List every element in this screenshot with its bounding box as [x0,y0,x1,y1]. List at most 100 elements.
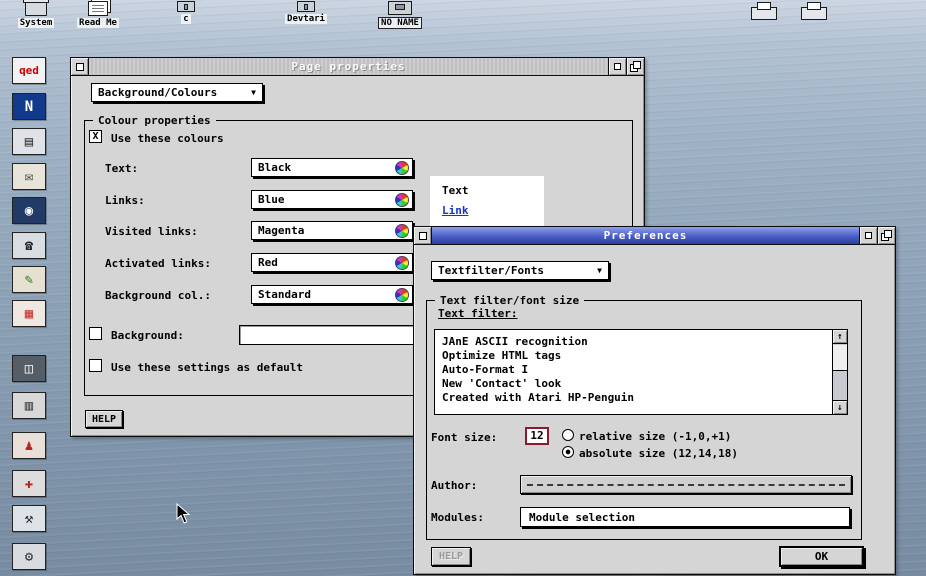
trash-icon [25,1,47,16]
colour-preview: Text Link [430,176,544,230]
icon-glyph: qed [19,65,39,76]
mail-cards-icon[interactable]: ✉ [12,163,46,190]
printer-queue-icon[interactable]: ▤ [12,128,46,155]
colour-wheel-icon [395,224,409,238]
module-selection-button[interactable]: Module selection [520,507,850,527]
popup-value: Red [258,256,278,269]
fuller-button[interactable] [626,58,644,75]
cross-tool-icon[interactable]: ✚ [12,470,46,497]
scroll-thumb[interactable] [833,345,847,371]
list-item[interactable]: New 'Contact' look [442,377,831,391]
n-browser-icon[interactable]: N [12,93,46,120]
text-colour-popup[interactable]: Black [251,158,413,177]
icon-glyph: ✉ [25,170,33,184]
close-icon [76,63,84,71]
list-item[interactable]: Auto-Format I [442,363,831,377]
relative-size-radio[interactable] [562,429,574,441]
font-size-input[interactable]: 12 [525,427,549,445]
desktop-icon-system[interactable]: System [8,1,64,28]
printer-icon [801,7,827,20]
fuller-button[interactable] [877,227,895,244]
gear-settings-icon[interactable]: ⚙ [12,543,46,570]
mouse-cursor [176,503,192,525]
desktop-icon-drive-c[interactable]: c [158,1,214,24]
chevron-down-icon: ▼ [251,88,256,97]
background-image-checkbox[interactable] [89,327,102,340]
preview-text: Text [442,184,532,197]
person-icon[interactable]: ♟ [12,432,46,459]
background-colour-label: Background col.: [105,289,211,302]
preferences-content: Textfilter/Fonts ▼ Text filter/font size… [414,245,895,573]
popup-value: Black [258,161,291,174]
background-colour-popup[interactable]: Standard [251,285,413,304]
mosaic-icon[interactable]: ▦ [12,300,46,327]
popup-value: Standard [258,288,311,301]
popup-value: Magenta [258,224,304,237]
colour-wheel-icon [395,256,409,270]
eye-viewer-icon[interactable]: ◉ [12,197,46,224]
filter-list-items: JAnE ASCII recognition Optimize HTML tag… [435,330,831,414]
use-colours-checkbox[interactable]: X [89,130,102,143]
desktop-icon-readme[interactable]: Read Me [70,1,126,28]
iconify-button[interactable] [859,227,877,244]
list-scrollbar[interactable]: ↑ ↓ [832,330,847,414]
icon-glyph: ◫ [25,362,33,376]
pen-draw-icon[interactable]: ✎ [12,266,46,293]
prefs-category-dropdown[interactable]: Textfilter/Fonts ▼ [431,261,609,280]
colour-wheel-icon [395,193,409,207]
icon-glyph: ☎ [25,239,33,253]
use-colours-label: Use these colours [111,132,224,145]
fax-icon[interactable]: ☎ [12,232,46,259]
qed-editor-icon[interactable]: qed [12,57,46,84]
absolute-size-radio[interactable]: ● [562,446,574,458]
iconify-button[interactable] [608,58,626,75]
desktop-icon-label: Devtari [285,14,327,24]
preferences-titlebar[interactable]: Preferences [414,227,895,245]
shredder-icon [751,7,777,20]
category-dropdown[interactable]: Background/Colours ▼ [91,83,263,102]
help-button[interactable]: HELP [431,547,471,566]
visited-links-colour-label: Visited links: [105,225,198,238]
preferences-window[interactable]: Preferences Textfilter/Fonts ▼ Text filt… [413,226,896,575]
hammer-tools-icon[interactable]: ⚒ [12,505,46,532]
desktop-icon-shredder[interactable] [736,1,792,20]
icon-glyph: ▥ [25,399,33,413]
group-legend: Text filter/font size [435,294,584,307]
desktop-icon-printer[interactable] [786,1,842,20]
page-properties-titlebar[interactable]: Page properties [71,58,644,76]
relative-size-label: relative size (-1,0,+1) [579,430,731,443]
author-input[interactable] [520,475,852,494]
category-dropdown-label: Background/Colours [98,86,217,99]
help-button[interactable]: HELP [85,410,123,428]
ok-button[interactable]: OK [779,546,864,567]
links-colour-popup[interactable]: Blue [251,190,413,209]
icon-glyph: ✚ [25,477,33,491]
text-colour-label: Text: [105,162,138,175]
disk-drive-icon [388,1,412,15]
list-item[interactable]: Created with Atari HP-Penguin [442,391,831,405]
absolute-size-label: absolute size (12,14,18) [579,447,738,460]
copy-windows-icon[interactable]: ◫ [12,355,46,382]
colour-wheel-icon [395,288,409,302]
icon-glyph: ⚒ [25,512,33,526]
desktop-icon-no-name[interactable]: NO NAME [372,1,428,29]
activated-links-colour-popup[interactable]: Red [251,253,413,272]
clipboard-icon[interactable]: ▥ [12,392,46,419]
desktop-icon-devtari[interactable]: Devtari [278,1,334,24]
close-button[interactable] [414,227,432,244]
close-button[interactable] [71,58,89,75]
scroll-up-button[interactable]: ↑ [833,330,847,344]
icon-glyph: ▤ [25,135,33,149]
preview-link[interactable]: Link [442,204,532,217]
iconify-icon [865,232,872,239]
filter-list[interactable]: JAnE ASCII recognition Optimize HTML tag… [434,329,848,415]
author-label: Author: [431,479,477,492]
visited-links-colour-popup[interactable]: Magenta [251,221,413,240]
list-item[interactable]: Optimize HTML tags [442,349,831,363]
desktop-icon-label: c [181,14,190,24]
list-item[interactable]: JAnE ASCII recognition [442,335,831,349]
default-settings-checkbox[interactable] [89,359,102,372]
scroll-down-button[interactable]: ↓ [833,400,847,414]
close-icon [419,232,427,240]
desktop-icon-label: Read Me [77,18,119,28]
